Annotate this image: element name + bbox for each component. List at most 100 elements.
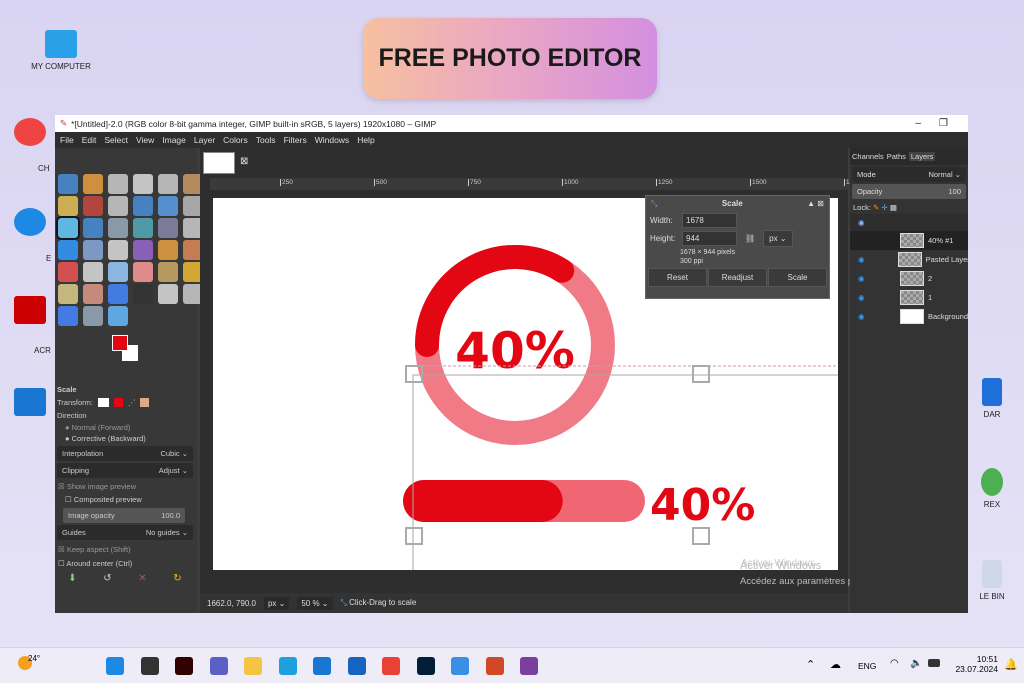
show-preview-checkbox[interactable]: ☒ Show image preview [55, 480, 195, 493]
tool-icon[interactable] [108, 240, 128, 260]
tool-icon[interactable] [83, 306, 103, 326]
tool-icon[interactable] [108, 218, 128, 238]
reset-button[interactable]: Reset [648, 268, 707, 287]
teams-icon[interactable] [209, 657, 228, 675]
eye-icon[interactable]: ◉ [858, 293, 896, 302]
scale-button[interactable]: Scale [768, 268, 827, 287]
tool-icon[interactable] [108, 174, 128, 194]
tool-icon[interactable] [83, 174, 103, 194]
desktop-icon-acrobat[interactable] [0, 296, 60, 328]
tool-icon[interactable] [133, 196, 153, 216]
tab-layers[interactable]: Layers [908, 152, 936, 161]
height-input[interactable]: 944 [682, 231, 737, 246]
pin-icon[interactable]: ▲ [807, 199, 815, 208]
direction-corrective-radio[interactable]: ● Corrective (Backward) [55, 433, 195, 444]
guides-select[interactable]: Guides No guides ⌄ [57, 525, 193, 540]
width-input[interactable]: 1678 [682, 213, 737, 228]
tool-icon[interactable] [108, 262, 128, 282]
tool-icon[interactable] [83, 218, 103, 238]
transform-image-icon[interactable] [140, 398, 150, 407]
tool-icon[interactable] [158, 196, 178, 216]
menu-view[interactable]: View [136, 135, 154, 145]
tool-icon[interactable] [58, 262, 78, 282]
tool-icon[interactable] [158, 218, 178, 238]
opacity-slider[interactable]: Opacity 100 [852, 184, 966, 199]
layer-row[interactable]: ◉ Pasted Layer [850, 250, 968, 269]
save-options-icon[interactable]: ⬇ [68, 573, 76, 584]
tool-icon[interactable] [108, 284, 128, 304]
image-tab[interactable] [203, 152, 235, 174]
keep-aspect-checkbox[interactable]: ☒ Keep aspect (Shift) [55, 542, 195, 557]
photos-icon[interactable] [451, 657, 469, 675]
layer-row[interactable]: ◉ Background [850, 307, 968, 326]
mode-select[interactable]: Mode Normal ⌄ [852, 167, 966, 182]
start-icon[interactable] [106, 657, 124, 675]
tool-icon[interactable] [83, 196, 103, 216]
mail-icon[interactable] [347, 657, 366, 675]
chrome-icon[interactable] [382, 657, 400, 675]
unit-dropdown[interactable]: px ⌄ [263, 596, 290, 610]
foreground-color[interactable] [112, 335, 128, 351]
desktop-icon-chrome[interactable] [0, 118, 60, 150]
reset-icon[interactable]: ↻ [173, 573, 181, 584]
menu-windows[interactable]: Windows [315, 135, 349, 145]
tool-icon[interactable] [58, 196, 78, 216]
tool-icon[interactable] [83, 262, 103, 282]
tool-icon[interactable] [133, 262, 153, 282]
tab-channels[interactable]: Channels [852, 152, 884, 161]
tool-icon[interactable] [133, 240, 153, 260]
desktop-icon-calendar[interactable]: DAR [960, 378, 1024, 419]
illustrator-icon[interactable] [175, 657, 193, 675]
lock-alpha-icon[interactable]: ▦ [890, 203, 897, 212]
notification-bell-icon[interactable]: 🔔 [1004, 658, 1018, 671]
tool-icon[interactable] [158, 262, 178, 282]
image-opacity-slider[interactable]: Image opacity 100.0 [63, 508, 185, 523]
lock-pixels-icon[interactable]: ✎ [873, 203, 879, 212]
layer-row[interactable]: ◉ 1 [850, 288, 968, 307]
tool-icon[interactable] [83, 284, 103, 304]
wifi-icon[interactable]: ◠ [890, 658, 899, 669]
tool-icon[interactable] [158, 240, 178, 260]
transform-selection-icon[interactable] [113, 398, 123, 407]
delete-icon[interactable]: ✕ [138, 573, 146, 584]
tool-icon[interactable] [58, 174, 78, 194]
direction-normal-radio[interactable]: ● Normal (Forward) [55, 422, 195, 433]
restore-icon[interactable]: ↺ [103, 573, 111, 584]
tool-icon[interactable] [108, 306, 128, 326]
around-center-checkbox[interactable]: ☐ Around center (Ctrl) [55, 557, 195, 570]
menu-image[interactable]: Image [162, 135, 186, 145]
tab-paths[interactable]: Paths [887, 152, 906, 161]
desktop-icon-mail[interactable] [0, 388, 60, 420]
close-dialog-icon[interactable]: ⊠ [817, 199, 824, 208]
zoom-dropdown[interactable]: 50 % ⌄ [297, 596, 333, 610]
composited-preview-checkbox[interactable]: ☐ Composited preview [55, 493, 195, 506]
minimize-icon[interactable]: – [915, 118, 921, 129]
menu-edit[interactable]: Edit [82, 135, 97, 145]
tool-icon[interactable] [133, 284, 153, 304]
menu-help[interactable]: Help [357, 135, 374, 145]
unit-select[interactable]: px ⌄ [763, 230, 793, 247]
photoshop-icon[interactable] [416, 657, 435, 675]
menu-layer[interactable]: Layer [194, 135, 215, 145]
eye-icon[interactable]: ◉ [858, 274, 896, 283]
desktop-icon-rex[interactable]: REX [960, 468, 1024, 509]
language-indicator[interactable]: ENG [858, 661, 876, 671]
edge-icon[interactable] [278, 657, 297, 675]
lock-position-icon[interactable]: ✛ [881, 203, 887, 212]
task-view-icon[interactable] [140, 657, 159, 675]
transform-path-icon[interactable]: ⋰ [128, 398, 136, 407]
powerpoint-icon[interactable] [485, 657, 504, 675]
desktop-icon-my-computer[interactable]: MY COMPUTER [21, 30, 101, 71]
tool-icon[interactable] [58, 240, 78, 260]
readjust-button[interactable]: Readjust [708, 268, 767, 287]
file-explorer-icon[interactable] [244, 657, 262, 675]
layer-row[interactable]: 40% #1 [850, 231, 968, 250]
tool-icon[interactable] [133, 218, 153, 238]
onedrive-icon[interactable]: ☁ [830, 658, 841, 671]
menu-tools[interactable]: Tools [256, 135, 276, 145]
tool-icon[interactable] [58, 284, 78, 304]
eye-icon[interactable]: ◉ [858, 255, 894, 264]
tool-icon[interactable] [158, 174, 178, 194]
menu-file[interactable]: File [60, 135, 74, 145]
clock[interactable]: 10:51 23.07.2024 [952, 654, 998, 674]
